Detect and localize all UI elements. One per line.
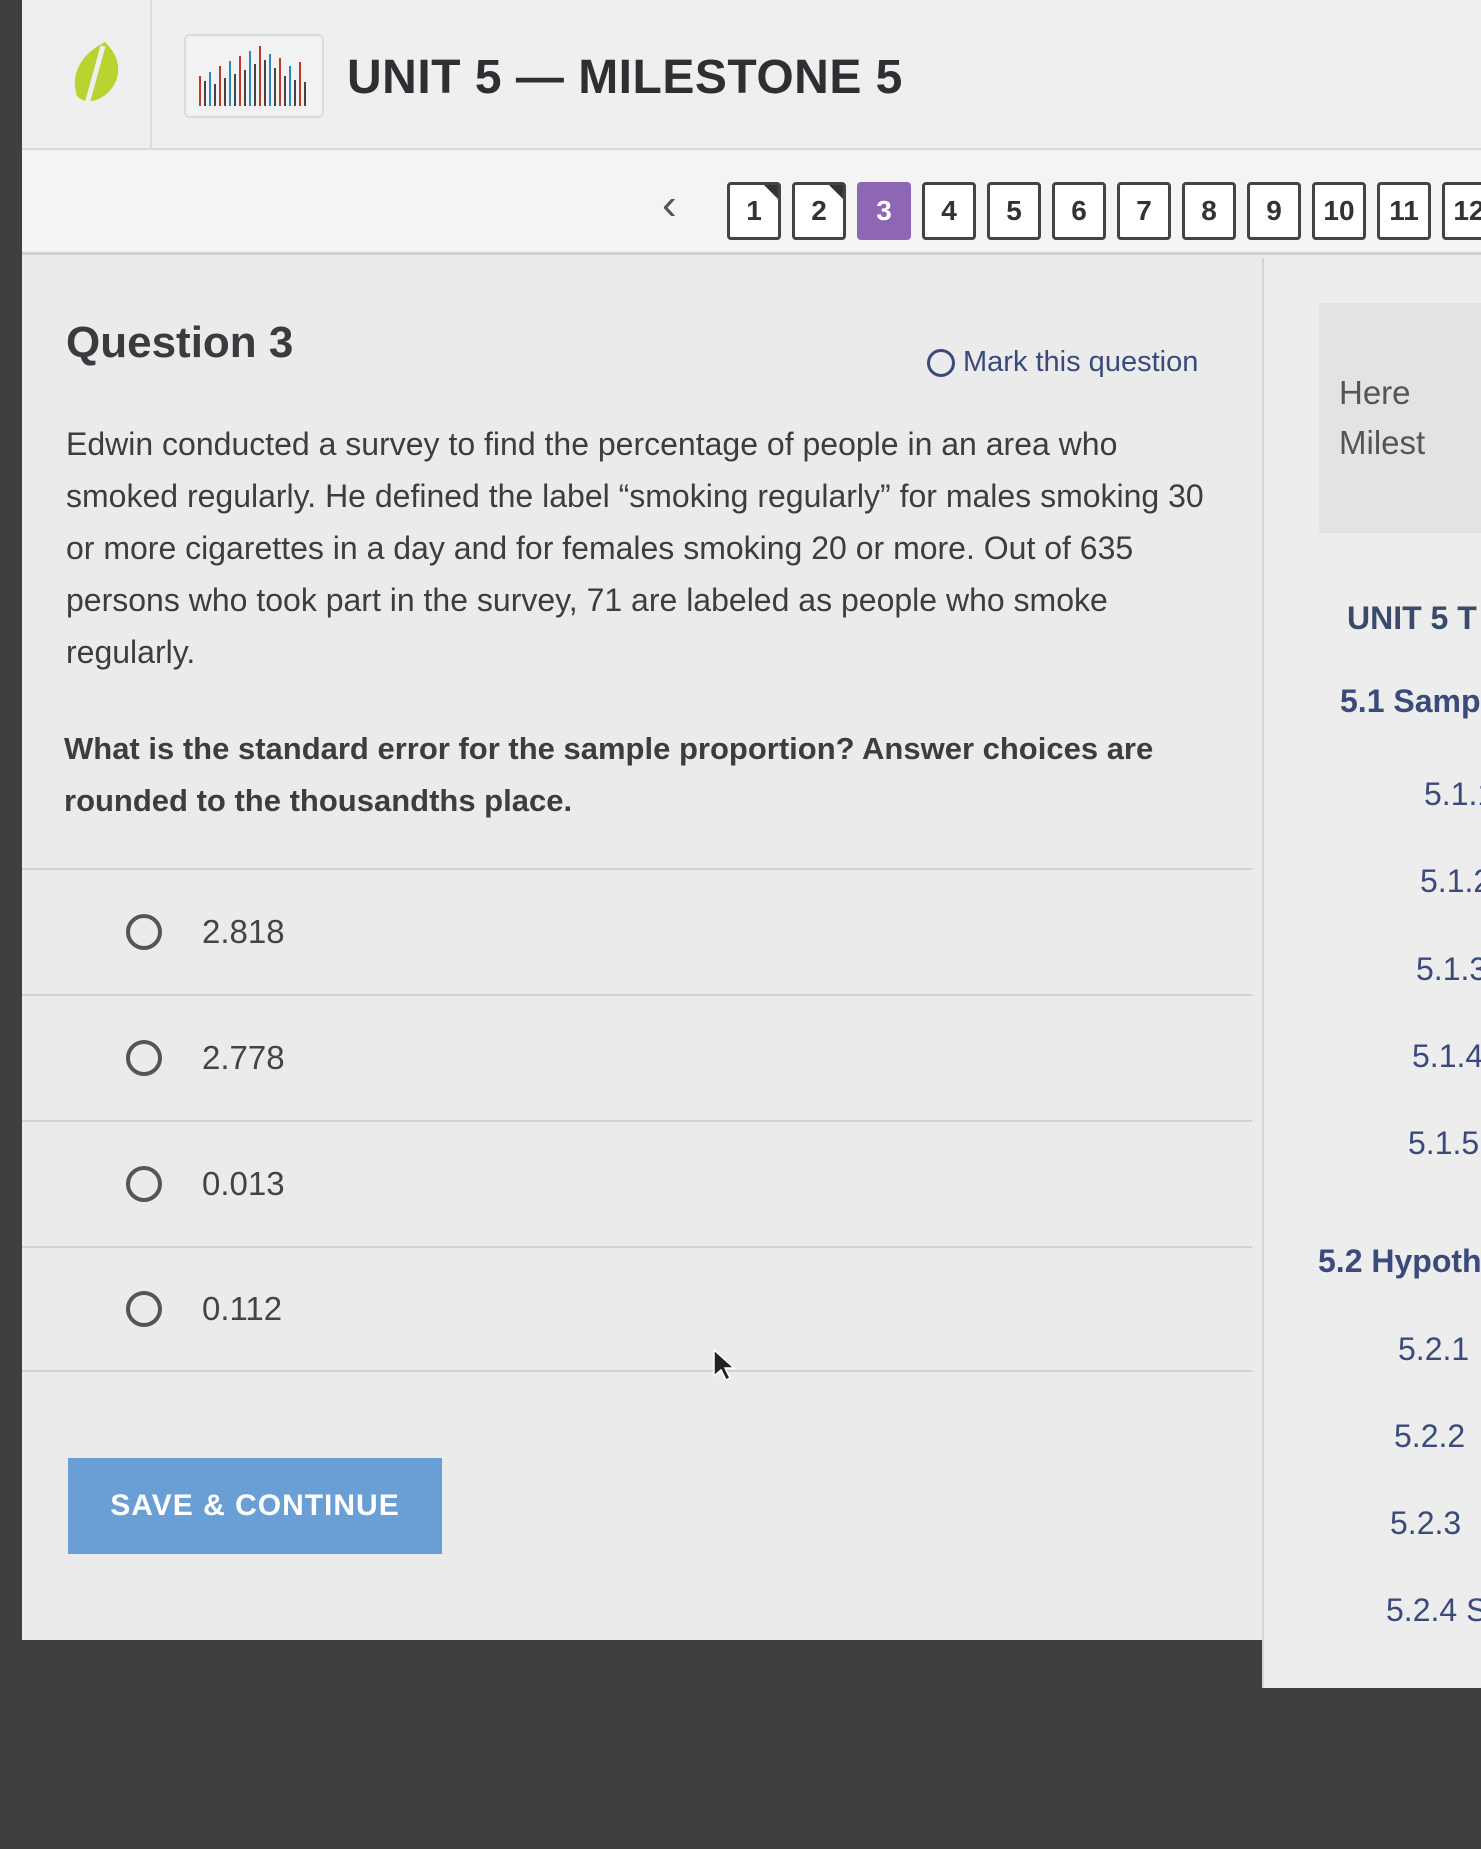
logo-area	[22, 0, 152, 150]
question-title: Question 3	[66, 318, 294, 367]
mark-question-toggle[interactable]: Mark this question	[927, 346, 1198, 379]
question-panel: Question 3 Mark this question Edwin cond…	[22, 258, 1262, 1640]
nav-question-6[interactable]: 6	[1052, 182, 1106, 240]
nav-question-7[interactable]: 7	[1117, 182, 1171, 240]
mark-question-label: Mark this question	[963, 346, 1199, 378]
answer-choice[interactable]: 2.778	[22, 994, 1252, 1120]
question-nav: ‹ 1 2 3 4 5 6 7 8 9 10 11 12	[22, 150, 1481, 255]
radio-button-icon[interactable]	[126, 1291, 162, 1327]
sidebar-item-5-1-3[interactable]: 5.1.3	[1416, 951, 1481, 988]
page-title: UNIT 5 — MILESTONE 5	[347, 51, 903, 104]
answer-choice[interactable]: 0.112	[22, 1246, 1252, 1372]
save-continue-button[interactable]: SAVE & CONTINUE	[68, 1458, 442, 1554]
chevron-left-icon[interactable]: ‹	[662, 180, 677, 230]
radio-button-icon[interactable]	[126, 1166, 162, 1202]
sophia-logo-icon	[74, 42, 119, 105]
answer-choice-label: 0.112	[202, 1290, 283, 1327]
nav-question-9[interactable]: 9	[1247, 182, 1301, 240]
nav-question-12[interactable]: 12	[1442, 182, 1481, 240]
sidebar-item-5-1-5[interactable]: 5.1.5	[1408, 1125, 1479, 1162]
answer-choice-label: 2.778	[202, 1039, 285, 1076]
barcode-thumbnail-icon	[199, 46, 306, 106]
answer-choice-label: 0.013	[202, 1165, 285, 1202]
sidebar-item-5-2[interactable]: 5.2 Hypoth	[1318, 1243, 1481, 1280]
question-prompt: What is the standard error for the sampl…	[64, 731, 1154, 818]
sidebar-item-5-1-2[interactable]: 5.1.2	[1420, 863, 1481, 900]
sidebar-item-5-1-4[interactable]: 5.1.4	[1412, 1038, 1481, 1075]
sidebar-info-text: Here Milest	[1339, 368, 1425, 468]
sidebar-item-5-2-1[interactable]: 5.2.1 I	[1398, 1331, 1481, 1368]
nav-question-4[interactable]: 4	[922, 182, 976, 240]
sidebar-info-line: Here	[1339, 374, 1411, 411]
sidebar-item-5-1[interactable]: 5.1 Samp	[1340, 683, 1481, 720]
radio-button-icon[interactable]	[126, 914, 162, 950]
nav-question-10[interactable]: 10	[1312, 182, 1366, 240]
answer-choice[interactable]: 2.818	[22, 868, 1252, 994]
sidebar-item-5-2-2[interactable]: 5.2.2	[1394, 1418, 1465, 1455]
question-body: Edwin conducted a survey to find the per…	[66, 426, 1204, 670]
nav-question-3[interactable]: 3	[857, 182, 911, 240]
nav-question-11[interactable]: 11	[1377, 182, 1431, 240]
nav-question-5[interactable]: 5	[987, 182, 1041, 240]
sidebar-item-5-2-4[interactable]: 5.2.4 S	[1386, 1592, 1481, 1629]
header: UNIT 5 — MILESTONE 5	[22, 0, 1481, 150]
mouse-cursor-icon	[713, 1348, 736, 1382]
sidebar-item-5-1-1[interactable]: 5.1.1	[1424, 776, 1481, 813]
sidebar-item-5-2-3[interactable]: 5.2.3	[1390, 1505, 1461, 1542]
answer-choice[interactable]: 0.013	[22, 1120, 1252, 1246]
radio-button-icon[interactable]	[126, 1040, 162, 1076]
sidebar: Here Milest UNIT 5 T 5.1 Samp 5.1.1 5.1.…	[1262, 258, 1481, 1688]
answer-choices: 2.818 2.778 0.013 0.112	[22, 868, 1252, 1372]
unit-thumbnail	[184, 34, 324, 118]
nav-question-1[interactable]: 1	[727, 182, 781, 240]
nav-question-8[interactable]: 8	[1182, 182, 1236, 240]
sidebar-unit-heading: UNIT 5 T	[1347, 600, 1477, 636]
nav-question-2[interactable]: 2	[792, 182, 846, 240]
sidebar-info-line: Milest	[1339, 424, 1426, 461]
radio-circle-icon	[927, 348, 955, 377]
answer-choice-label: 2.818	[202, 913, 285, 950]
